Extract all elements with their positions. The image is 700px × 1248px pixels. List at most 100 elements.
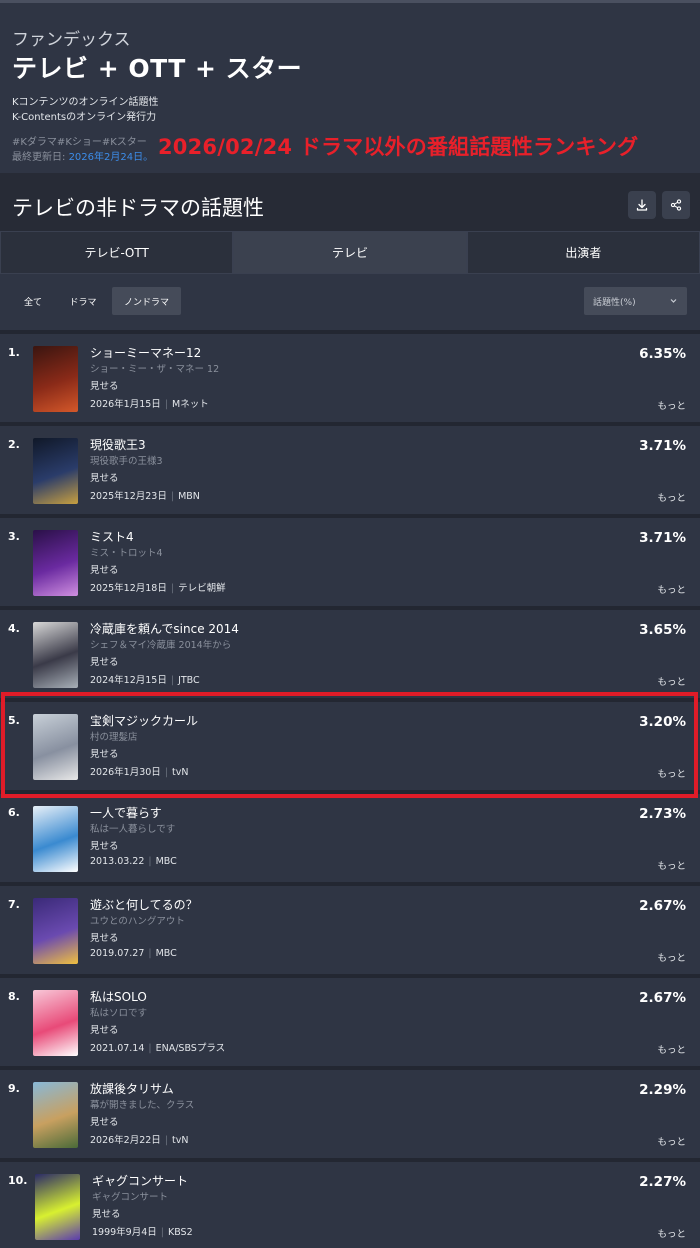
share-button[interactable]	[662, 191, 690, 219]
show-title[interactable]: 放課後タリサム	[90, 1080, 174, 1097]
genre-label: 見せる	[90, 565, 119, 576]
network: JTBC	[178, 675, 200, 686]
ranking-item[interactable]: 1. ショーミーマネー12 ショー・ミー・ザ・マネー 12 見せる 2026年1…	[0, 330, 700, 418]
air-info: 1999年9月4日 | KBS2	[92, 1227, 193, 1238]
buzz-score: 2.67%	[639, 990, 686, 1006]
rank-number: 4.	[8, 622, 20, 635]
section-title: テレビの非ドラマの話題性	[12, 196, 264, 220]
air-info: 2025年12月18日 | テレビ朝鮮	[90, 583, 226, 594]
chevron-down-icon	[670, 299, 677, 303]
filter-row: 全て ドラマ ノンドラマ 話題性(%)	[0, 274, 700, 330]
genre-label: 見せる	[90, 933, 119, 944]
show-title[interactable]: 現役歌王3	[90, 436, 146, 453]
ranking-item[interactable]: 7. 遊ぶと何してるの？ ユウとのハングアウト 見せる 2019.07.27 | M…	[0, 882, 700, 970]
poster-thumbnail[interactable]	[33, 346, 78, 412]
more-link[interactable]: もっと	[657, 674, 686, 688]
rank-number: 1.	[8, 346, 20, 359]
hashtags: #Kダラマ#Kショー#Kスター	[12, 137, 147, 148]
show-title[interactable]: 私はSOLO	[90, 988, 147, 1005]
filter-chip-all[interactable]: 全て	[13, 287, 53, 315]
ranking-item[interactable]: 9. 放課後タリサム 幕が開きました、クラス 見せる 2026年2月22日 | tv…	[0, 1066, 700, 1154]
network: MBC	[155, 948, 177, 959]
description-line-1: Kコンテンツのオンライン話題性	[12, 97, 159, 108]
download-icon	[636, 199, 648, 211]
poster-thumbnail[interactable]	[35, 1174, 80, 1240]
ranking-item[interactable]: 3. ミスト4 ミス・トロット4 見せる 2025年12月18日 | テレビ朝鮮 3…	[0, 514, 700, 602]
air-date: 1999年9月4日	[92, 1227, 157, 1238]
buzz-score: 3.71%	[639, 438, 686, 454]
rank-number: 2.	[8, 438, 20, 451]
more-link[interactable]: もっと	[657, 582, 686, 596]
poster-thumbnail[interactable]	[33, 898, 78, 964]
show-subtitle: 幕が開きました、クラス	[90, 1100, 195, 1111]
show-title[interactable]: ミスト4	[90, 528, 134, 545]
more-link[interactable]: もっと	[657, 858, 686, 872]
tab-tv[interactable]: テレビ	[233, 231, 467, 274]
rank-number: 9.	[8, 1082, 20, 1095]
ranking-item[interactable]: 4. 冷蔵庫を頼んでsince 2014 シェフ＆マイ冷蔵庫 2014年から 見…	[0, 606, 700, 694]
air-date: 2021.07.14	[90, 1043, 145, 1054]
air-info: 2025年12月23日 | MBN	[90, 491, 200, 502]
air-date: 2024年12月15日	[90, 675, 167, 686]
show-subtitle: ユウとのハングアウト	[90, 916, 185, 927]
rank-number: 8.	[8, 990, 20, 1003]
air-info: 2024年12月15日 | JTBC	[90, 675, 200, 686]
more-link[interactable]: もっと	[657, 490, 686, 504]
show-title[interactable]: 一人で暮らす	[90, 804, 162, 821]
metric-select-value: 話題性(%)	[593, 297, 636, 308]
ranking-item[interactable]: 10. ギャグコンサート ギャグコンサート 見せる 1999年9月4日 | KBS2…	[0, 1158, 700, 1246]
metric-select[interactable]: 話題性(%)	[584, 287, 687, 315]
more-link[interactable]: もっと	[657, 1226, 686, 1240]
tab-tv-ott[interactable]: テレビ-OTT	[0, 231, 234, 274]
show-title[interactable]: ギャグコンサート	[92, 1172, 188, 1189]
genre-label: 見せる	[90, 657, 119, 668]
show-subtitle: 私はソロです	[90, 1008, 148, 1019]
air-date: 2026年2月22日	[90, 1135, 161, 1146]
filter-chip-drama[interactable]: ドラマ	[60, 287, 106, 315]
network: MBN	[178, 491, 200, 502]
more-link[interactable]: もっと	[657, 398, 686, 412]
air-info: 2019.07.27 | MBC	[90, 948, 177, 959]
show-title[interactable]: ショーミーマネー12	[90, 344, 201, 361]
show-title[interactable]: 冷蔵庫を頼んでsince 2014	[90, 620, 239, 637]
genre-label: 見せる	[90, 841, 119, 852]
more-link[interactable]: もっと	[657, 1042, 686, 1056]
buzz-score: 3.71%	[639, 530, 686, 546]
show-subtitle: 私は一人暮らしです	[90, 824, 176, 835]
network: tvN	[172, 1135, 189, 1146]
show-subtitle: 現役歌手の王様3	[90, 456, 163, 467]
show-subtitle: ギャグコンサート	[92, 1192, 169, 1203]
buzz-score: 6.35%	[639, 346, 686, 362]
ranking-item[interactable]: 2. 現役歌王3 現役歌手の王様3 見せる 2025年12月23日 | MBN 3.…	[0, 422, 700, 510]
ranking-item[interactable]: 6. 一人で暮らす 私は一人暮らしです 見せる 2013.03.22 | MBC 2…	[0, 790, 700, 878]
genre-label: 見せる	[92, 1209, 121, 1220]
filter-chip-non-drama[interactable]: ノンドラマ	[112, 287, 181, 315]
air-info: 2026年1月15日 | Mネット	[90, 399, 209, 410]
tab-bar: テレビ-OTT テレビ 出演者	[0, 231, 700, 274]
show-title[interactable]: 遊ぶと何してるの？	[90, 896, 198, 913]
last-updated-label: 最終更新日:	[12, 152, 66, 163]
brand-subtitle: ファンデックス	[12, 30, 131, 50]
poster-thumbnail[interactable]	[33, 1082, 78, 1148]
air-info: 2013.03.22 | MBC	[90, 856, 177, 867]
air-date: 2019.07.27	[90, 948, 145, 959]
more-link[interactable]: もっと	[657, 1134, 686, 1148]
poster-thumbnail[interactable]	[33, 530, 78, 596]
buzz-score: 2.73%	[639, 806, 686, 822]
more-link[interactable]: もっと	[657, 950, 686, 964]
poster-thumbnail[interactable]	[33, 990, 78, 1056]
genre-label: 見せる	[90, 473, 119, 484]
buzz-score: 2.27%	[639, 1174, 686, 1190]
poster-thumbnail[interactable]	[33, 622, 78, 688]
rank-number: 3.	[8, 530, 20, 543]
rank-number: 10.	[8, 1174, 28, 1187]
poster-thumbnail[interactable]	[33, 438, 78, 504]
tab-performers[interactable]: 出演者	[466, 231, 700, 274]
last-updated: 最終更新日: 2026年2月24日。	[12, 148, 153, 163]
rank-number: 7.	[8, 898, 20, 911]
overlay-caption: 2026/02/24 ドラマ以外の番組話題性ランキング	[158, 135, 639, 159]
last-updated-date: 2026年2月24日。	[68, 152, 154, 163]
poster-thumbnail[interactable]	[33, 806, 78, 872]
ranking-item[interactable]: 8. 私はSOLO 私はソロです 見せる 2021.07.14 | ENA/SBSプ…	[0, 974, 700, 1062]
download-button[interactable]	[628, 191, 656, 219]
